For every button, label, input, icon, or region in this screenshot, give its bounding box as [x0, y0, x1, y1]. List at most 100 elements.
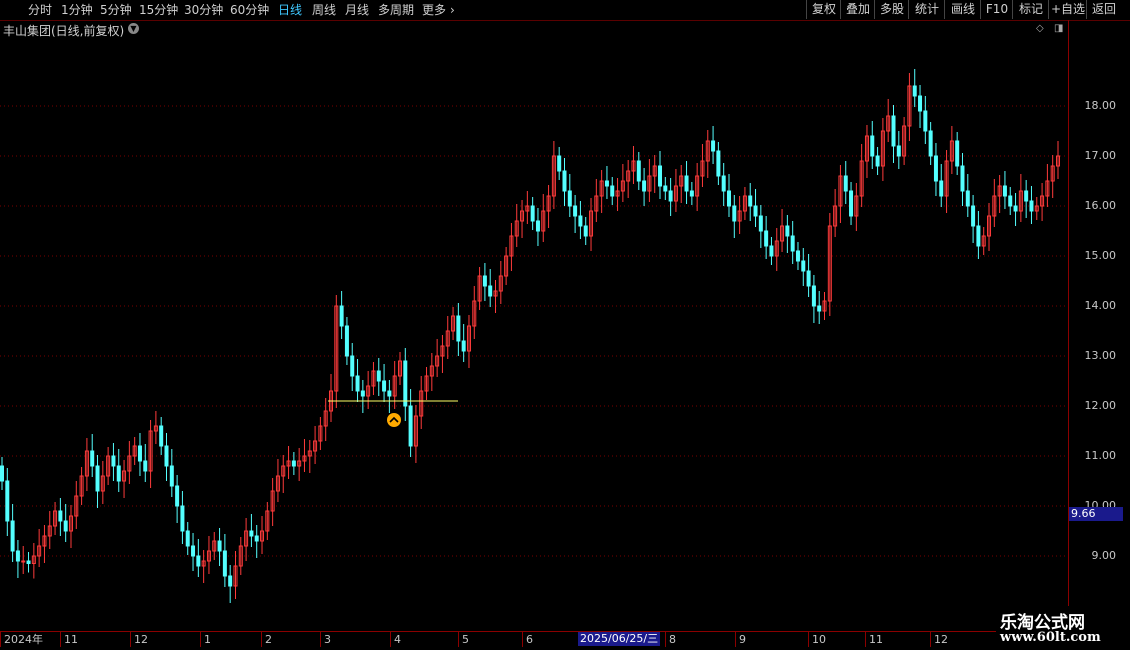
candle-body	[1029, 200, 1034, 212]
candle-body	[604, 180, 609, 187]
candle-body	[748, 195, 753, 207]
candle-body	[960, 165, 965, 192]
candle-body	[0, 465, 4, 482]
candle-body	[461, 340, 466, 352]
candle-body	[488, 285, 493, 297]
date-tick: 12	[130, 632, 148, 647]
period-5min[interactable]: 5分钟	[100, 1, 132, 19]
candle-body	[164, 445, 169, 467]
diamond-icon[interactable]: ◇	[1036, 23, 1044, 34]
candle-body	[1013, 205, 1018, 212]
candle-body	[891, 115, 896, 147]
candle-body	[928, 130, 933, 157]
panel-toggle-icon[interactable]: ◨	[1054, 23, 1063, 34]
tool-diejia[interactable]: 叠加	[840, 0, 875, 19]
chevron-down-icon[interactable]: ▼	[128, 23, 139, 34]
date-tick: 11	[865, 632, 883, 647]
date-tick: 9	[735, 632, 746, 647]
date-tick: 8	[665, 632, 676, 647]
period-15min[interactable]: 15分钟	[139, 1, 178, 19]
period-1min[interactable]: 1分钟	[61, 1, 93, 19]
price-tick-label: 18.00	[1084, 99, 1117, 112]
candle-body	[159, 425, 164, 447]
period-more[interactable]: 更多	[422, 1, 446, 19]
candle-body	[382, 380, 387, 392]
tool-tongji[interactable]: 统计	[908, 0, 945, 19]
candle-body	[801, 260, 806, 272]
candle-body	[806, 270, 811, 287]
candle-body	[58, 510, 63, 522]
tool-huaxian[interactable]: 画线	[944, 0, 981, 19]
date-tick: 1	[200, 632, 211, 647]
cursor-date-label: 2025/06/25/三	[578, 632, 661, 646]
candle-body	[811, 285, 816, 307]
candle-body	[817, 305, 822, 312]
candle-body	[896, 145, 901, 157]
period-daily[interactable]: 日线	[278, 1, 302, 19]
candle-body	[769, 245, 774, 257]
candle-body	[955, 140, 960, 167]
candle-body	[912, 85, 917, 97]
tool-back[interactable]: 返回	[1086, 0, 1121, 19]
candle-body	[185, 530, 190, 547]
candle-body	[1008, 195, 1013, 207]
candle-body	[753, 205, 758, 217]
candle-body	[403, 360, 408, 407]
period-weekly[interactable]: 周线	[312, 1, 336, 19]
candle-body	[976, 225, 981, 247]
tool-f10[interactable]: F10	[980, 0, 1013, 19]
candle-body	[1002, 185, 1007, 197]
period-multi[interactable]: 多周期	[378, 1, 414, 19]
candle-body	[180, 505, 185, 532]
candle-body	[875, 155, 880, 167]
tool-duogu[interactable]: 多股	[874, 0, 909, 19]
candle-body	[1024, 190, 1029, 202]
candle-body	[254, 535, 259, 542]
candle-body	[721, 175, 726, 192]
date-tick: 10	[808, 632, 826, 647]
candle-body	[663, 185, 668, 192]
candle-body	[355, 375, 360, 392]
tool-add-favorite[interactable]: +自选	[1048, 0, 1087, 19]
candle-body	[360, 390, 365, 397]
date-axis: 2024年 11 12 1 2 3 4 5 6 8 9 10 11 12	[0, 631, 1068, 648]
candle-body	[711, 140, 716, 152]
period-60min[interactable]: 60分钟	[230, 1, 269, 19]
candle-body	[636, 160, 641, 182]
candle-body	[716, 150, 721, 177]
candle-body	[21, 560, 26, 563]
toolbar: 分时 1分钟 5分钟 15分钟 30分钟 60分钟 日线 周线 月线 多周期 更…	[0, 0, 1130, 21]
tool-fuquan[interactable]: 复权	[806, 0, 841, 19]
candle-body	[939, 180, 944, 197]
date-tick: 12	[930, 632, 948, 647]
candle-body	[684, 175, 689, 192]
side-info-strip	[1121, 20, 1130, 632]
chevron-right-icon[interactable]: ›	[450, 1, 455, 19]
candle-body	[870, 135, 875, 157]
period-30min[interactable]: 30分钟	[184, 1, 223, 19]
candle-body	[557, 155, 562, 172]
price-tick-label: 15.00	[1084, 249, 1117, 262]
tool-biaoji[interactable]: 标记	[1012, 0, 1049, 19]
candle-body	[90, 450, 95, 467]
candle-body	[785, 225, 790, 237]
period-monthly[interactable]: 月线	[345, 1, 369, 19]
candle-body	[689, 190, 694, 197]
candle-body	[456, 315, 461, 342]
chart-canvas[interactable]	[0, 0, 1130, 650]
price-tick-label: 11.00	[1084, 449, 1117, 462]
candle-body	[5, 480, 10, 522]
chart-title: 丰山集团(日线,前复权)	[3, 24, 125, 38]
candle-body	[726, 190, 731, 207]
candle-body	[923, 110, 928, 132]
candle-body	[249, 530, 254, 537]
price-axis-border	[1068, 20, 1069, 632]
date-tick: 2	[261, 632, 272, 647]
date-tick: 5	[458, 632, 469, 647]
candle-body	[642, 180, 647, 192]
period-fenshi[interactable]: 分时	[28, 1, 52, 19]
candle-body	[482, 275, 487, 287]
candle-body	[95, 465, 100, 492]
candle-body	[583, 225, 588, 237]
current-price-label: 9.66	[1069, 507, 1123, 521]
